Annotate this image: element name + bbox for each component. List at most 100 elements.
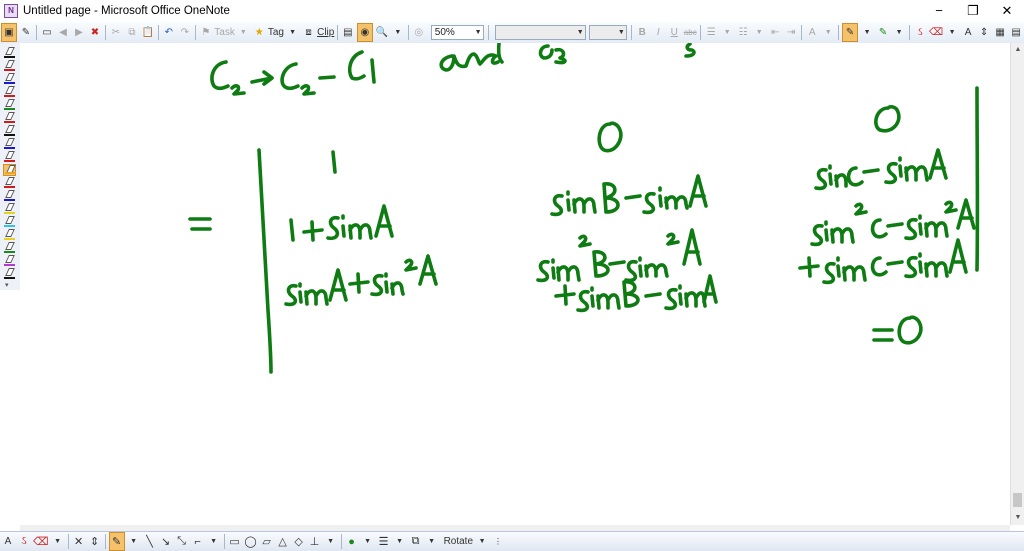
toolbar-options-icon[interactable]: ⋮ (491, 533, 505, 550)
double-arrow-tool-icon[interactable]: ⤡ (175, 533, 189, 550)
arrange-icon[interactable]: ⧉ (409, 533, 423, 550)
axes-dropdown-icon[interactable]: ▼ (324, 533, 338, 550)
numbering-icon[interactable]: ☷ (736, 24, 750, 41)
task-dropdown-icon[interactable]: ▼ (236, 24, 250, 41)
pen-color-icon[interactable] (3, 216, 16, 228)
line-weight-icon[interactable]: ☰ (377, 533, 391, 550)
pen-color-icon[interactable] (3, 47, 16, 59)
pen-color-dropdown-icon[interactable]: ▼ (892, 24, 906, 41)
task-button[interactable]: Task (215, 24, 234, 41)
pen-color-icon[interactable] (3, 164, 16, 176)
restore-button[interactable]: ❐ (956, 0, 990, 22)
tag-star-icon[interactable]: ★ (252, 24, 266, 41)
font-size-select[interactable]: ▼ (589, 25, 627, 40)
pen-color-icon[interactable] (3, 203, 16, 215)
clip-button[interactable]: Clip (318, 24, 334, 41)
arrow-tool-icon[interactable]: ↘ (159, 533, 173, 550)
research-icon[interactable]: 🔍 (375, 24, 389, 41)
redo-icon[interactable]: ↷ (178, 24, 192, 41)
rotate-dropdown-icon[interactable]: ▼ (475, 533, 489, 550)
font-color-icon[interactable]: A (805, 24, 819, 41)
color-picker-icon[interactable]: ● (345, 533, 359, 550)
pen-color-icon[interactable] (3, 60, 16, 72)
chevron-down-icon[interactable]: ▼ (575, 26, 585, 39)
tag-dropdown-icon[interactable]: ▼ (286, 24, 300, 41)
rectangle-tool-icon[interactable]: ▭ (228, 533, 242, 550)
pen-color-icon[interactable] (3, 73, 16, 85)
back-icon[interactable]: ◀ (56, 24, 70, 41)
eraser-dropdown-icon[interactable]: ▼ (945, 24, 959, 41)
highlighter-icon[interactable]: ✎ (842, 23, 858, 42)
scroll-down-icon[interactable]: ▼ (1011, 511, 1024, 525)
bold-button[interactable]: B (635, 24, 649, 41)
arrange-dropdown-icon[interactable]: ▼ (425, 533, 439, 550)
connector-tool-icon[interactable]: ⌐ (191, 533, 205, 550)
zoom-select[interactable]: 50% ▼ (431, 25, 484, 40)
full-page-view-icon[interactable]: ▤ (341, 24, 355, 41)
bullets-dropdown-icon[interactable]: ▼ (720, 24, 734, 41)
font-select[interactable]: ▼ (495, 25, 586, 40)
minimize-button[interactable]: − (922, 0, 956, 22)
pen-tool-dropdown-icon[interactable]: ▼ (127, 533, 141, 550)
font-color-dropdown-icon[interactable]: ▼ (821, 24, 835, 41)
pen-color-icon[interactable] (3, 151, 16, 163)
pen-color-icon[interactable] (3, 255, 16, 267)
bullets-icon[interactable]: ☰ (704, 24, 718, 41)
pen-color-icon[interactable] (3, 112, 16, 124)
increase-indent-icon[interactable]: ⇥ (784, 24, 798, 41)
help-icon[interactable]: ◎ (412, 24, 426, 41)
pen-color-icon[interactable] (3, 86, 16, 98)
close-button[interactable]: ✕ (990, 0, 1024, 22)
connector-dropdown-icon[interactable]: ▼ (207, 533, 221, 550)
pen-color-icon[interactable] (3, 242, 16, 254)
paste-options-icon[interactable]: ▦ (993, 24, 1007, 41)
chevron-down-icon[interactable]: ▼ (473, 26, 483, 39)
lasso-select-icon[interactable]: ઽ (913, 24, 927, 41)
underline-button[interactable]: U (667, 24, 681, 41)
page-canvas[interactable] (20, 43, 1010, 525)
cut-icon[interactable]: ✂ (109, 24, 123, 41)
pen-color-icon[interactable] (3, 99, 16, 111)
copy-icon[interactable]: ⧉ (125, 24, 139, 41)
numbering-dropdown-icon[interactable]: ▼ (752, 24, 766, 41)
forward-icon[interactable]: ▶ (72, 24, 86, 41)
pen-color-icon[interactable] (3, 125, 16, 137)
delete-drawing-icon[interactable]: ✕ (72, 533, 86, 550)
triangle-tool-icon[interactable]: △ (276, 533, 290, 550)
pen-color-icon[interactable] (3, 268, 16, 280)
pen-tool-icon[interactable]: ✎ (109, 532, 125, 551)
diamond-tool-icon[interactable]: ◇ (292, 533, 306, 550)
scroll-up-icon[interactable]: ▲ (1011, 43, 1024, 57)
line-weight-dropdown-icon[interactable]: ▼ (393, 533, 407, 550)
research-dropdown-icon[interactable]: ▼ (391, 24, 405, 41)
axes-tool-icon[interactable]: ⊥ (308, 533, 322, 550)
text-mode-icon[interactable]: A (1, 533, 15, 550)
eraser-icon[interactable]: ⌫ (929, 24, 943, 41)
audio-record-icon[interactable]: ◉ (357, 23, 373, 42)
lasso-icon[interactable]: ઽ (17, 533, 31, 550)
line-tool-icon[interactable]: ╲ (143, 533, 157, 550)
vertical-scrollbar[interactable]: ▲ ▼ (1010, 43, 1024, 525)
italic-button[interactable]: I (651, 24, 665, 41)
decrease-indent-icon[interactable]: ⇤ (768, 24, 782, 41)
side-note-icon[interactable]: ▤ (1009, 24, 1023, 41)
undo-icon[interactable]: ↶ (162, 24, 176, 41)
rotate-button[interactable]: Rotate (444, 533, 473, 550)
clip-icon[interactable]: ⧈ (302, 24, 316, 41)
new-page-icon[interactable]: ▭ (40, 24, 54, 41)
task-flag-icon[interactable]: ⚑ (199, 24, 213, 41)
parallelogram-tool-icon[interactable]: ▱ (260, 533, 274, 550)
color-picker-dropdown-icon[interactable]: ▼ (361, 533, 375, 550)
page-view-icon[interactable]: ▣ (1, 23, 17, 42)
pen-color-icon[interactable]: ✎ (876, 24, 890, 41)
paste-icon[interactable]: 📋 (141, 24, 155, 41)
highlighter-dropdown-icon[interactable]: ▼ (860, 24, 874, 41)
insert-space-icon[interactable]: A (961, 24, 975, 41)
pen-color-icon[interactable] (3, 177, 16, 189)
pen-color-icon[interactable] (3, 190, 16, 202)
scroll-thumb[interactable] (1013, 493, 1022, 507)
more-pens-icon[interactable]: ▾ (5, 281, 9, 289)
delete-icon[interactable]: ✖ (88, 24, 102, 41)
strikethrough-button[interactable]: abc (683, 24, 697, 41)
tag-button[interactable]: Tag (268, 24, 283, 41)
